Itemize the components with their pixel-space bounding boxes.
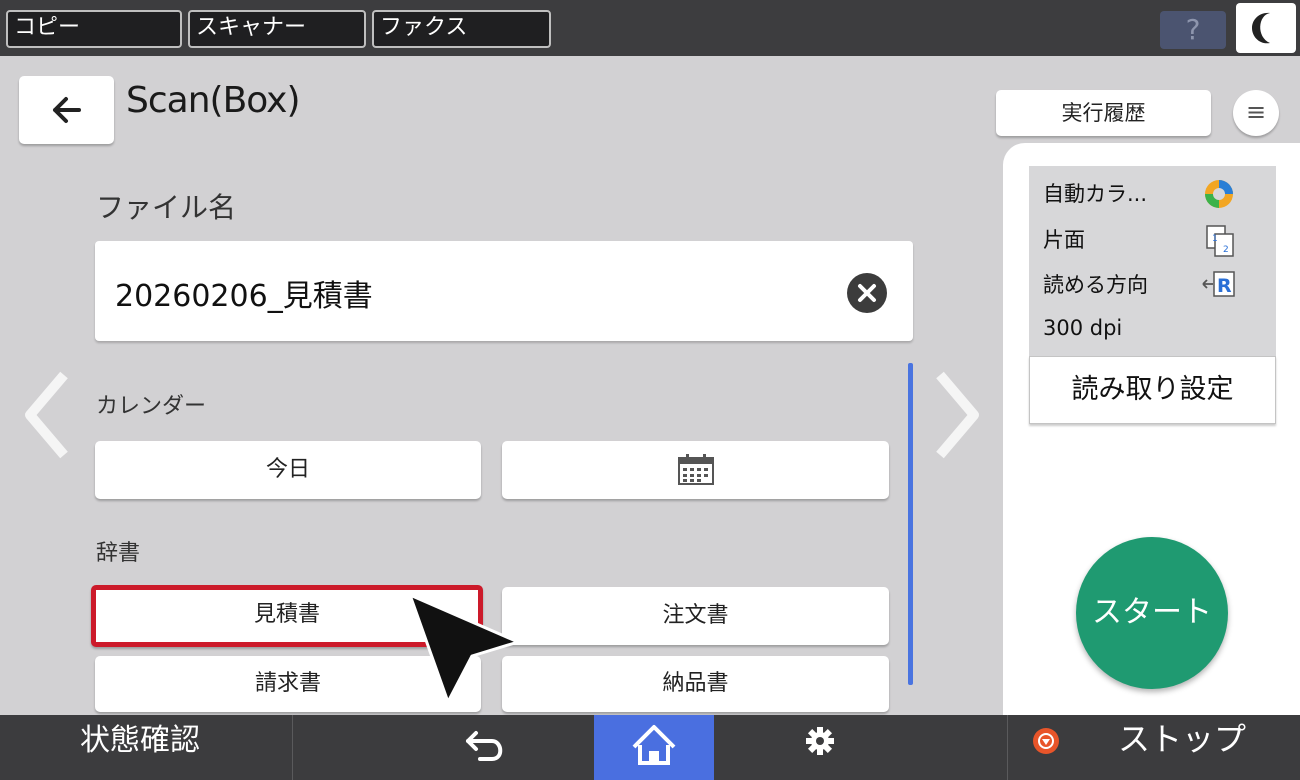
bottom-bar: 状態確認 ストップ — [0, 715, 1300, 780]
stop-icon — [1033, 728, 1059, 754]
simplex-icon: 1 2 — [1206, 225, 1234, 257]
chevron-right-icon — [936, 371, 979, 459]
chevron-left-icon — [25, 371, 68, 459]
filename-field[interactable]: 20260206_見積書 — [95, 241, 913, 341]
start-button[interactable]: スタート — [1076, 537, 1228, 689]
dictionary-item-nohin[interactable]: 納品書 — [502, 656, 889, 712]
moon-icon — [1252, 12, 1270, 44]
calendar-icon — [677, 454, 714, 485]
color-mode-icon — [1205, 180, 1233, 208]
svg-text:1: 1 — [1212, 234, 1218, 244]
back-arrow-icon — [53, 97, 81, 123]
clear-button[interactable] — [847, 273, 887, 313]
page-title: Scan(Box) — [126, 80, 301, 121]
undo-icon — [466, 731, 503, 761]
gear-icon — [806, 727, 834, 755]
tab-fax[interactable]: ファクス — [372, 10, 551, 48]
color-mode-value: 自動カラ... — [1043, 182, 1148, 206]
svg-text:2: 2 — [1223, 245, 1229, 255]
menu-button[interactable]: ≡ — [1233, 90, 1279, 136]
prev-page-button[interactable] — [16, 365, 76, 465]
status-button[interactable]: 状態確認 — [0, 715, 293, 780]
filename-value: 20260206_見積書 — [115, 279, 373, 314]
calendar-label: カレンダー — [96, 394, 207, 419]
clear-icon — [858, 284, 876, 302]
history-button[interactable]: 実行履歴 — [996, 90, 1211, 136]
stop-button[interactable]: ストップ — [1007, 715, 1300, 780]
dictionary-label: 辞書 — [96, 541, 141, 566]
sides-value: 片面 — [1043, 228, 1085, 252]
filename-label: ファイル名 — [96, 191, 237, 224]
tab-scanner[interactable]: スキャナー — [188, 10, 366, 48]
tab-copy[interactable]: コピー — [6, 10, 182, 48]
sleep-button[interactable] — [1236, 3, 1296, 53]
settings-button[interactable] — [780, 715, 860, 780]
orientation-value: 読める方向 — [1043, 273, 1148, 297]
undo-button[interactable] — [444, 715, 534, 780]
home-icon — [632, 725, 676, 765]
help-button[interactable]: ? — [1160, 11, 1226, 49]
svg-text:R: R — [1217, 275, 1232, 297]
mouse-cursor — [408, 593, 520, 704]
top-bar: コピー スキャナー ファクス ? — [0, 0, 1300, 56]
home-button[interactable] — [594, 715, 714, 780]
next-page-button[interactable] — [928, 365, 988, 465]
scan-settings-button[interactable]: 読み取り設定 — [1029, 356, 1276, 424]
today-button[interactable]: 今日 — [95, 441, 481, 499]
orientation-icon: R — [1202, 271, 1235, 297]
scroll-indicator[interactable] — [908, 363, 913, 685]
settings-summary[interactable]: 自動カラ... 片面 1 2 読める方向 R 300 dpi — [1029, 166, 1276, 356]
dictionary-item-chumon[interactable]: 注文書 — [502, 587, 889, 645]
resolution-value: 300 dpi — [1043, 316, 1123, 340]
stop-label: ストップ — [1118, 720, 1247, 758]
calendar-button[interactable] — [502, 441, 889, 499]
back-button[interactable] — [19, 76, 114, 144]
